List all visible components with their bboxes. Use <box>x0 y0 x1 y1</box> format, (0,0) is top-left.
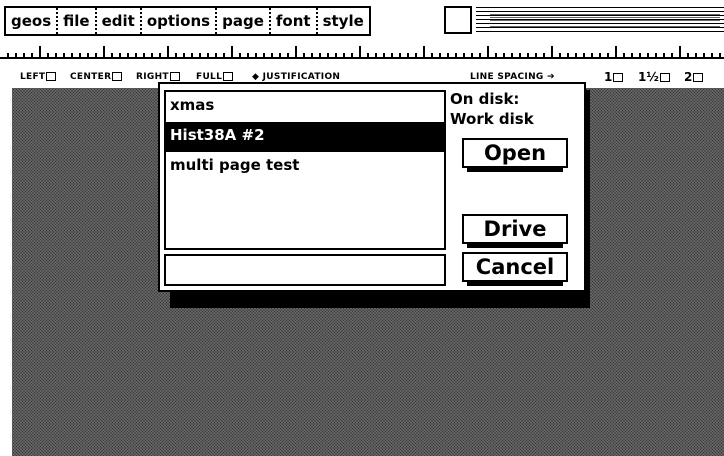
menu-bar: geos file edit options page font style <box>0 0 724 38</box>
open-button[interactable]: Open <box>462 138 568 172</box>
menu-style[interactable]: style <box>318 8 369 34</box>
menu-box: geos file edit options page font style <box>4 6 371 36</box>
full-checkbox[interactable] <box>223 72 234 81</box>
line-spacing-text: LINE SPACING <box>470 72 544 82</box>
menu-font[interactable]: font <box>271 8 318 34</box>
center-label: CENTER <box>70 72 112 82</box>
title-stripes-pattern <box>490 11 720 29</box>
spacing-1-option[interactable]: 1 <box>604 66 624 88</box>
file-item-hist38a[interactable]: Hist38A #2 <box>166 122 444 152</box>
spacing-1-5-checkbox[interactable] <box>659 73 670 82</box>
left-justify-option[interactable]: LEFT <box>20 66 57 88</box>
left-label: LEFT <box>20 72 46 82</box>
file-list[interactable]: xmas Hist38A #2 multi page test <box>164 90 446 250</box>
spacing-2-option[interactable]: 2 <box>684 66 704 88</box>
spacing-2-checkbox[interactable] <box>693 73 704 82</box>
drive-button[interactable]: Drive <box>462 214 568 248</box>
center-justify-option[interactable]: CENTER <box>70 66 123 88</box>
spacing-1-label: 1 <box>604 70 613 84</box>
full-label: FULL <box>196 72 223 82</box>
page-left-margin <box>0 88 12 456</box>
ruler-ticks <box>0 46 724 59</box>
menu-options[interactable]: options <box>142 8 218 34</box>
menu-file[interactable]: file <box>58 8 97 34</box>
file-item-xmas[interactable]: xmas <box>166 92 444 122</box>
spacing-1-5-option[interactable]: 1½ <box>638 66 670 88</box>
filename-field[interactable] <box>164 254 446 286</box>
justification-text: JUSTIFICATION <box>262 72 341 82</box>
cancel-button[interactable]: Cancel <box>462 252 568 286</box>
right-checkbox[interactable] <box>169 72 180 81</box>
spacing-1-5-label: 1½ <box>638 70 659 84</box>
left-checkbox[interactable] <box>46 72 57 81</box>
center-checkbox[interactable] <box>112 72 123 81</box>
menu-edit[interactable]: edit <box>97 8 142 34</box>
page-indicator-box[interactable] <box>444 6 472 34</box>
disk-name: Work disk <box>450 110 534 128</box>
file-item-multi-page-test[interactable]: multi page test <box>166 152 444 182</box>
spacing-1-checkbox[interactable] <box>613 73 624 82</box>
spacing-2-label: 2 <box>684 70 693 84</box>
menu-page[interactable]: page <box>217 8 271 34</box>
menu-geos[interactable]: geos <box>6 8 59 34</box>
right-label: RIGHT <box>136 72 169 82</box>
on-disk-label: On disk: <box>450 90 520 108</box>
ruler[interactable] <box>0 38 724 66</box>
